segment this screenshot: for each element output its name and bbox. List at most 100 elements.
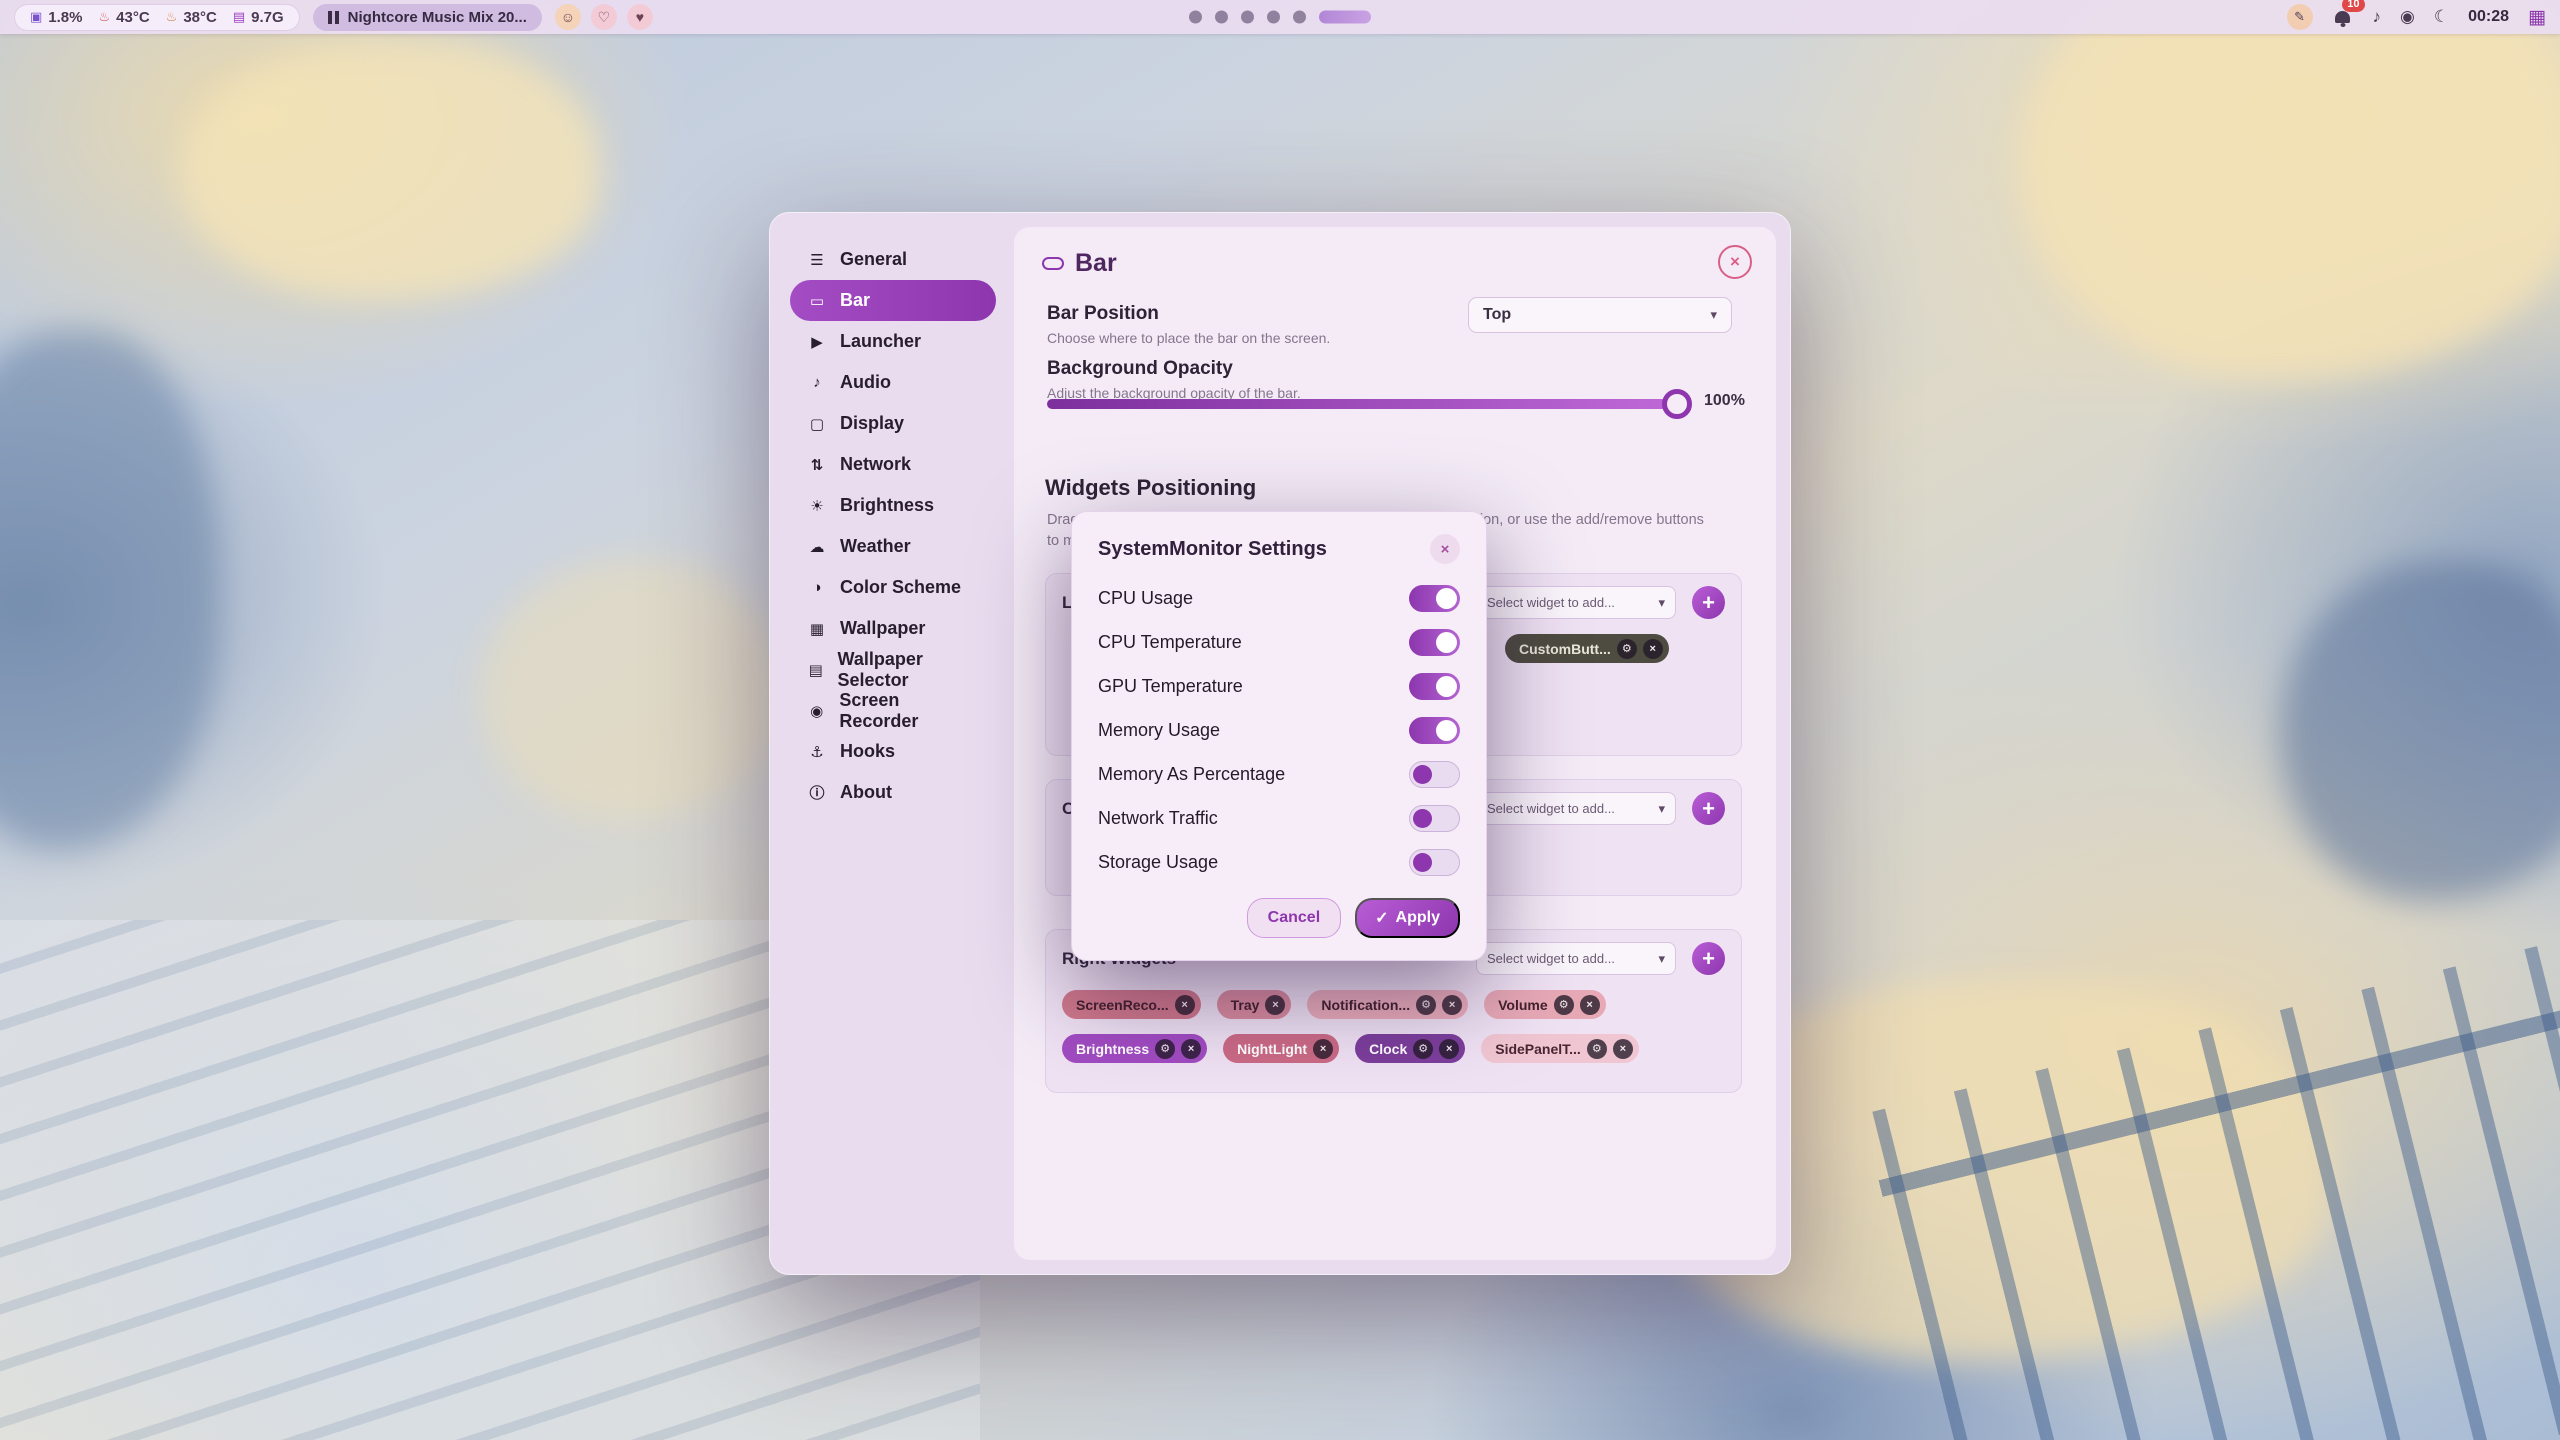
sidebar-item-screen-recorder[interactable]: ◉Screen Recorder [790,690,996,731]
close-window-button[interactable]: × [1718,245,1752,279]
toggle-cpu-usage[interactable] [1409,585,1460,612]
cancel-button[interactable]: Cancel [1247,898,1341,938]
widget-chip-nightlight[interactable]: NightLight × [1223,1034,1339,1063]
workspace-dot[interactable] [1241,11,1254,24]
bell-icon [2335,11,2350,23]
cpu-usage-icon: ▣ [30,9,42,25]
modal-close-button[interactable]: × [1430,534,1460,564]
like-button[interactable]: ♥ [627,4,653,30]
add-widget-dropdown[interactable]: Select widget to add...▾ [1476,792,1676,825]
workspace-active-pill[interactable] [1319,11,1371,24]
widget-chip-screenreco[interactable]: ScreenReco...× [1062,990,1201,1019]
widget-chip-notification[interactable]: Notification...⚙× [1307,990,1468,1019]
toggle-label: CPU Usage [1098,588,1193,609]
widget-settings-icon[interactable]: ⚙ [1413,1039,1433,1059]
sidebar-item-launcher[interactable]: ▶Launcher [790,321,996,362]
widget-remove-icon[interactable]: × [1442,995,1462,1015]
add-widget-dropdown[interactable]: Select widget to add...▾ [1476,586,1676,619]
widget-settings-icon[interactable]: ⚙ [1155,1039,1175,1059]
modal-toggle-list: CPU UsageCPU TemperatureGPU TemperatureM… [1098,576,1460,884]
widget-settings-icon[interactable]: ⚙ [1416,995,1436,1015]
launcher-icon: ▶ [807,333,827,351]
widget-chip-volume[interactable]: Volume⚙× [1484,990,1606,1019]
add-widget-button[interactable]: + [1692,586,1725,619]
toggle-memory-usage[interactable] [1409,717,1460,744]
notification-badge: 10 [2342,0,2364,12]
widget-chip-clock[interactable]: Clock⚙× [1355,1034,1465,1063]
sidebar-item-hooks[interactable]: ⚓Hooks [790,731,996,772]
slider-knob[interactable] [1662,389,1692,419]
sidebar-item-label: Weather [840,536,911,557]
toggle-memory-as-percentage[interactable] [1409,761,1460,788]
sidebar-item-audio[interactable]: ♪ Audio [790,362,996,403]
sidebar-item-label: Audio [840,372,891,393]
sidebar-item-about[interactable]: ⓘAbout [790,772,996,813]
toggle-row-storage-usage: Storage Usage [1098,840,1460,884]
toggle-row-cpu-temperature: CPU Temperature [1098,620,1460,664]
widget-remove-icon[interactable]: × [1613,1039,1633,1059]
add-widget-placeholder: Select widget to add... [1487,951,1615,966]
modal-title: SystemMonitor Settings [1098,538,1327,561]
bar-position-dropdown[interactable]: Top ▾ [1468,297,1732,333]
sliders-icon: ☰ [807,251,827,269]
quick-buttons: ☺ ♡ ♥ [555,4,653,30]
sidebar-item-general[interactable]: ☰General [790,239,996,280]
widget-settings-icon[interactable]: ⚙ [1554,995,1574,1015]
toggle-network-traffic[interactable] [1409,805,1460,832]
widget-chip-brightness[interactable]: Brightness⚙× [1062,1034,1207,1063]
toggle-storage-usage[interactable] [1409,849,1460,876]
apply-button[interactable]: ✓ Apply [1355,898,1460,938]
bar-position-label: Bar Position [1047,303,1159,325]
clock: 00:28 [2468,8,2509,26]
widget-chip-label: NightLight [1237,1041,1307,1057]
screenshot-icon[interactable]: ◉ [2400,7,2415,27]
widget-remove-icon[interactable]: × [1265,995,1285,1015]
page-title: Bar [1042,249,1117,278]
system-monitor-modal: SystemMonitor Settings × CPU Usage CPU Te… [1071,511,1487,961]
sidebar-item-display[interactable]: ▢Display [790,403,996,444]
widget-remove-icon[interactable]: × [1175,995,1195,1015]
bar-position-value: Top [1483,306,1511,324]
sidebar-item-wallpaper[interactable]: ▦Wallpaper [790,608,996,649]
widget-remove-icon[interactable]: × [1580,995,1600,1015]
sidebar-item-brightness[interactable]: ☀Brightness [790,485,996,526]
toggle-label: Network Traffic [1098,808,1218,829]
widget-remove-icon[interactable]: × [1643,639,1663,659]
edit-icon[interactable]: ✎ [2287,4,2313,30]
sidebar-item-bar[interactable]: ▭Bar [790,280,996,321]
workspace-dot[interactable] [1267,11,1280,24]
widget-chip-sidepanelt[interactable]: SidePanelT...⚙× [1481,1034,1639,1063]
widget-remove-icon[interactable]: × [1181,1039,1201,1059]
widget-settings-icon[interactable]: ⚙ [1617,639,1637,659]
widget-chip-tray[interactable]: Tray× [1217,990,1292,1019]
toggle-label: Memory As Percentage [1098,764,1285,785]
emoji-button[interactable]: ☺ [555,4,581,30]
add-widget-dropdown[interactable]: Select widget to add...▾ [1476,942,1676,975]
toggle-gpu-temperature[interactable] [1409,673,1460,700]
add-widget-button[interactable]: + [1692,792,1725,825]
workspace-dot[interactable] [1189,11,1202,24]
apps-grid-icon[interactable]: ▦ [2528,6,2546,29]
night-light-icon[interactable]: ☾ [2434,7,2449,27]
toggle-cpu-temperature[interactable] [1409,629,1460,656]
notifications-button[interactable]: 10 [2332,6,2354,28]
widget-remove-icon[interactable]: × [1313,1039,1333,1059]
widget-settings-icon[interactable]: ⚙ [1587,1039,1607,1059]
background-opacity-slider[interactable] [1047,399,1688,409]
widget-chip-custombutt[interactable]: CustomButt...⚙× [1505,634,1669,663]
audio-icon: ♪ [807,374,827,391]
hooks-icon: ⚓ [807,743,827,761]
sidebar-item-wallpaper-selector[interactable]: ▤Wallpaper Selector [790,649,996,690]
sidebar-item-weather[interactable]: ☁Weather [790,526,996,567]
volume-icon[interactable]: ♪ [2373,7,2382,27]
sidebar-item-label: Color Scheme [840,577,961,598]
add-widget-button[interactable]: + [1692,942,1725,975]
media-player-pill[interactable]: Nightcore Music Mix 20... [313,4,542,31]
sidebar-item-label: About [840,782,892,803]
widget-remove-icon[interactable]: × [1439,1039,1459,1059]
favorite-button[interactable]: ♡ [591,4,617,30]
workspace-dot[interactable] [1293,11,1306,24]
sidebar-item-network[interactable]: ⇅Network [790,444,996,485]
workspace-dot[interactable] [1215,11,1228,24]
sidebar-item-color-scheme[interactable]: ◑Color Scheme [790,567,996,608]
